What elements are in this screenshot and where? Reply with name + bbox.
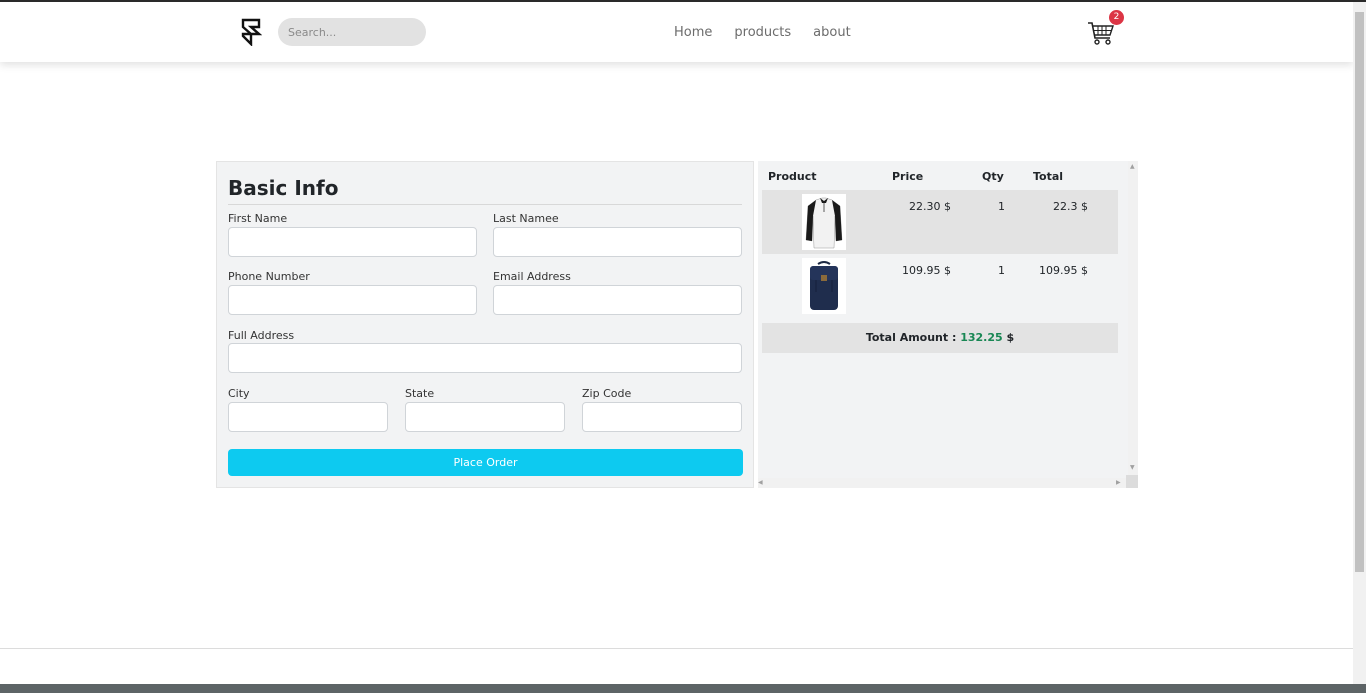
phone-number-field[interactable] [228, 285, 477, 315]
navbar: Home products about [0, 2, 1353, 62]
total-amount-label: Total Amount : [865, 331, 957, 344]
city-field[interactable] [228, 402, 388, 432]
item-qty: 1 [998, 200, 1005, 213]
total-amount-row: Total Amount : 132.25 $ [762, 323, 1118, 353]
item-total: 22.3 $ [1053, 200, 1088, 213]
last-name-field[interactable] [493, 227, 742, 257]
page-scrollbar-thumb[interactable] [1355, 12, 1364, 572]
cart-item-row: 109.95 $ 1 109.95 $ [762, 254, 1118, 318]
footer-divider [0, 648, 1353, 649]
item-price: 22.30 $ [909, 200, 951, 213]
qty-column-header: Qty [982, 170, 1004, 183]
last-name-label: Last Namee [493, 212, 559, 225]
scroll-left-icon[interactable]: ◀ [758, 479, 763, 486]
total-column-header: Total [1033, 170, 1064, 183]
cart-count-badge: 2 [1109, 10, 1124, 25]
basic-info-form: Basic Info First Name Last Namee Phone N… [216, 161, 754, 488]
nav-links: Home products about [674, 25, 851, 40]
product-column-header: Product [768, 170, 817, 183]
form-divider [228, 204, 742, 205]
scroll-right-icon[interactable]: ▶ [1116, 479, 1121, 486]
search-input[interactable] [278, 18, 426, 46]
state-label: State [405, 387, 435, 400]
os-taskbar [0, 684, 1366, 693]
panel-horizontal-scrollbar[interactable]: ◀ ▶ [758, 478, 1128, 488]
scroll-up-icon[interactable]: ▲ [1130, 163, 1135, 170]
email-address-field[interactable] [493, 285, 742, 315]
panel-vertical-scrollbar[interactable]: ▲ ▼ [1128, 161, 1138, 478]
shirt-image [802, 194, 846, 250]
item-price: 109.95 $ [902, 264, 951, 277]
backpack-image [802, 258, 846, 314]
full-address-field[interactable] [228, 343, 742, 373]
nav-home-link[interactable]: Home [674, 25, 712, 40]
nav-products-link[interactable]: products [734, 25, 791, 40]
scroll-down-icon[interactable]: ▼ [1130, 464, 1135, 471]
form-title: Basic Info [228, 176, 339, 200]
zip-code-field[interactable] [582, 402, 742, 432]
scrollbar-corner [1126, 475, 1138, 488]
item-total: 109.95 $ [1039, 264, 1088, 277]
email-address-label: Email Address [493, 270, 571, 283]
first-name-label: First Name [228, 212, 288, 225]
item-qty: 1 [998, 264, 1005, 277]
nav-about-link[interactable]: about [813, 25, 851, 40]
full-address-label: Full Address [228, 329, 295, 342]
zip-code-label: Zip Code [582, 387, 632, 400]
cart-item-row: 22.30 $ 1 22.3 $ [762, 190, 1118, 254]
phone-number-label: Phone Number [228, 270, 310, 283]
place-order-button[interactable]: Place Order [228, 449, 743, 476]
cart-summary-panel: Product Price Qty Total 22.30 $ 1 22.3 $… [758, 161, 1138, 488]
state-field[interactable] [405, 402, 565, 432]
first-name-field[interactable] [228, 227, 477, 257]
framer-logo-icon[interactable] [240, 18, 262, 46]
total-amount-currency: $ [1006, 331, 1015, 344]
city-label: City [228, 387, 250, 400]
price-column-header: Price [892, 170, 924, 183]
page-vertical-scrollbar[interactable] [1353, 2, 1366, 685]
total-amount-value: 132.25 [960, 331, 1003, 344]
